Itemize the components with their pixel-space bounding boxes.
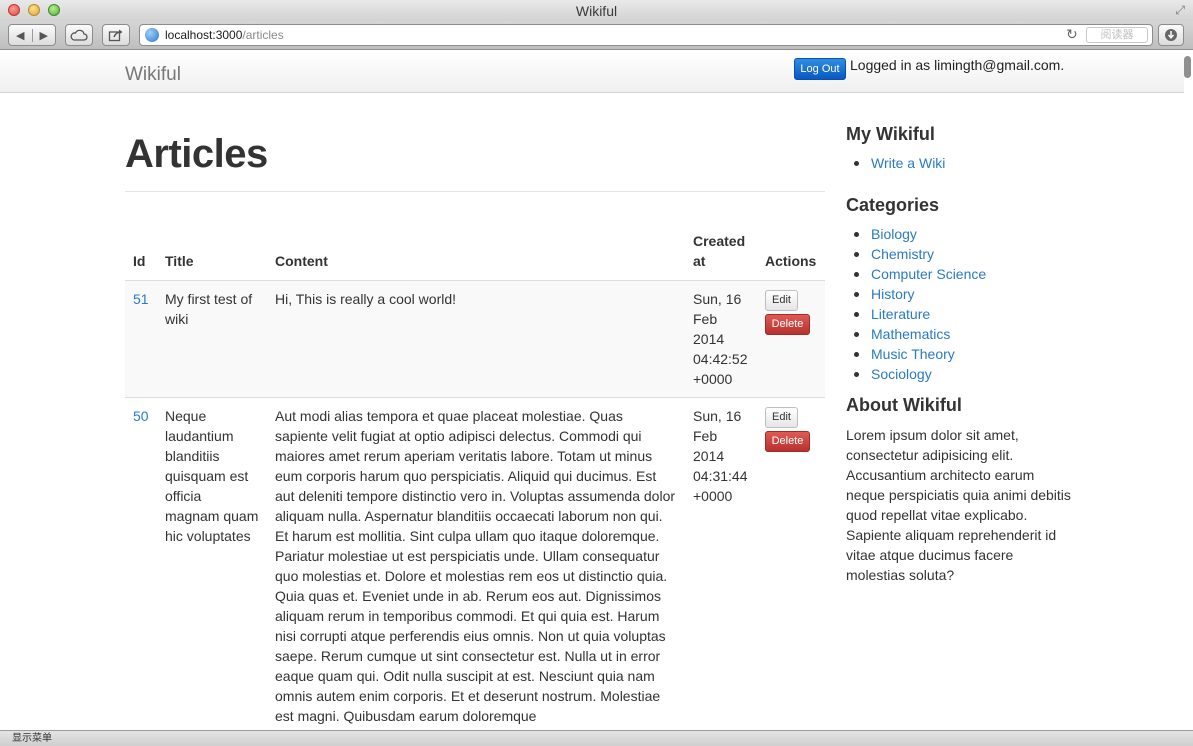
forward-icon[interactable]: ▶ (31, 28, 56, 42)
reload-icon[interactable]: ↻ (1066, 26, 1078, 43)
table-row: 51 My first test of wiki Hi, This is rea… (125, 280, 825, 398)
back-icon[interactable]: ◀ (9, 29, 32, 42)
article-actions: Edit Delete (757, 397, 825, 730)
globe-icon (145, 28, 159, 42)
article-id-link[interactable]: 51 (133, 291, 149, 307)
url-text: localhost:3000/articles (165, 28, 284, 42)
my-wikiful-heading: My Wikiful (846, 124, 935, 144)
header-content: Content (267, 231, 685, 281)
about-heading: About Wikiful (846, 395, 962, 415)
logout-button[interactable]: Log Out (794, 58, 846, 80)
fullscreen-icon[interactable]: ⤢ (1175, 3, 1185, 18)
my-wikiful-list: Write a Wiki (846, 153, 1076, 173)
download-icon (1165, 29, 1177, 41)
articles-table: Id Title Content Created at Actions 51 M… (125, 231, 825, 730)
url-path: /articles (242, 28, 284, 42)
page-scrollbar[interactable] (1184, 56, 1191, 78)
category-link-sociology[interactable]: Sociology (846, 364, 1076, 384)
categories-list: Biology Chemistry Computer Science Histo… (846, 224, 1076, 384)
article-created-at: Sun, 16 Feb 2014 04:42:52 +0000 (685, 280, 757, 398)
delete-button[interactable]: Delete (765, 314, 810, 335)
header-title: Title (157, 231, 267, 281)
share-icon (108, 29, 123, 42)
category-link-music-theory[interactable]: Music Theory (846, 344, 1076, 364)
edit-button[interactable]: Edit (765, 290, 798, 311)
browser-toolbar: ◀ ▶ localhost:3000/articles ↻ 阅读器 (0, 21, 1193, 50)
site-navbar: Wikiful Log Out Logged in as limingth@gm… (0, 51, 1184, 93)
article-title: Neque laudantium blanditiis quisquam est… (157, 397, 267, 730)
sidebar: My Wikiful Write a Wiki Categories Biolo… (846, 124, 1076, 585)
brand-link[interactable]: Wikiful (125, 64, 181, 86)
table-row: 50 Neque laudantium blanditiis quisquam … (125, 397, 825, 730)
category-link-biology[interactable]: Biology (846, 224, 1076, 244)
article-actions: Edit Delete (757, 280, 825, 398)
delete-button[interactable]: Delete (765, 431, 810, 452)
window-title: Wikiful (575, 3, 618, 19)
article-content: Hi, This is really a cool world! (267, 280, 685, 398)
status-bar: 显示菜单 (0, 730, 1193, 746)
category-link-mathematics[interactable]: Mathematics (846, 324, 1076, 344)
share-button[interactable] (102, 24, 130, 46)
header-id: Id (125, 231, 157, 281)
login-status: Logged in as limingth@gmail.com. (850, 57, 1065, 73)
category-link-literature[interactable]: Literature (846, 304, 1076, 324)
downloads-button[interactable] (1158, 24, 1184, 46)
cloud-icon (70, 29, 88, 41)
title-divider (125, 191, 825, 192)
table-header-row: Id Title Content Created at Actions (125, 231, 825, 281)
write-wiki-link[interactable]: Write a Wiki (846, 153, 1076, 173)
category-link-computer-science[interactable]: Computer Science (846, 264, 1076, 284)
back-forward-group: ◀ ▶ (8, 24, 56, 46)
window-titlebar: Wikiful ⤢ (0, 0, 1193, 21)
header-created-at: Created at (685, 231, 757, 281)
url-host: localhost:3000 (165, 28, 243, 42)
edit-button[interactable]: Edit (765, 407, 798, 428)
page-viewport: Wikiful Log Out Logged in as limingth@gm… (0, 51, 1184, 730)
header-actions: Actions (757, 231, 825, 281)
reader-button[interactable]: 阅读器 (1086, 27, 1148, 43)
page-title: Articles (125, 132, 268, 176)
categories-heading: Categories (846, 195, 940, 215)
icloud-tabs-button[interactable] (65, 24, 93, 46)
address-bar[interactable]: localhost:3000/articles ↻ 阅读器 (139, 24, 1153, 46)
article-title: My first test of wiki (157, 280, 267, 398)
article-id-link[interactable]: 50 (133, 408, 149, 424)
category-link-chemistry[interactable]: Chemistry (846, 244, 1076, 264)
article-content: Aut modi alias tempora et quae placeat m… (267, 397, 685, 730)
about-text: Lorem ipsum dolor sit amet, consectetur … (846, 427, 1071, 583)
article-created-at: Sun, 16 Feb 2014 04:31:44 +0000 (685, 397, 757, 730)
category-link-history[interactable]: History (846, 284, 1076, 304)
